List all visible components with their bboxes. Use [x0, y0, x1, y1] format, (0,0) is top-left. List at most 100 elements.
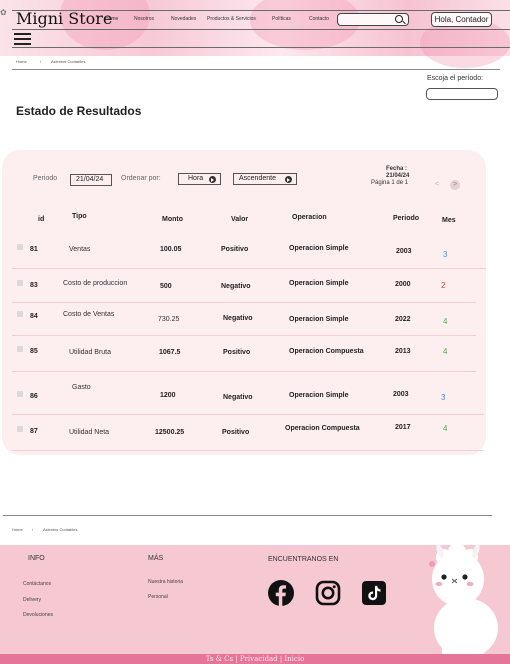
footer-link-delivery[interactable]: Delivery — [23, 597, 41, 603]
hamburger-menu-icon[interactable] — [14, 33, 31, 45]
period-picker-input[interactable] — [426, 88, 498, 100]
cell-id: 85 — [30, 348, 38, 355]
col-header-valor: Valor — [231, 216, 249, 223]
pagination-info: Página 1 de 1 — [371, 180, 409, 186]
llama-mini-icon: ✿ — [0, 8, 7, 17]
cell-operacion: Operacion Simple — [289, 392, 349, 399]
breadcrumb-separator: / — [40, 59, 42, 64]
cell-id: 83 — [30, 282, 38, 289]
order-direction-value: Ascendente — [239, 175, 276, 182]
search-input[interactable] — [337, 13, 409, 26]
date-block: Fecha : 21/04/24 Página 1 de 1 — [371, 166, 409, 187]
page-title: Estado de Resultados — [16, 104, 142, 118]
breadcrumb-current: Asientos Contables — [51, 59, 86, 64]
user-greeting-button[interactable]: Hola, Contador — [431, 12, 492, 27]
row-checkbox[interactable] — [17, 391, 23, 397]
row-divider — [12, 414, 484, 415]
cell-valor: Negativo — [221, 283, 251, 290]
dropdown-arrow-icon[interactable] — [285, 176, 292, 183]
nav-novedades[interactable]: Novedades — [171, 16, 196, 22]
cell-mes: 4 — [443, 424, 448, 433]
footer-link-historia[interactable]: Nuestra historia — [148, 579, 183, 585]
cell-operacion: Operacion Simple — [289, 316, 349, 323]
row-divider — [12, 335, 476, 336]
cell-monto: 500 — [160, 283, 172, 290]
order-direction-select[interactable]: Ascendente — [233, 173, 297, 185]
row-checkbox[interactable] — [17, 244, 23, 250]
cell-periodo: 2000 — [395, 281, 411, 288]
row-checkbox[interactable] — [17, 280, 23, 286]
row-checkbox[interactable] — [17, 426, 23, 432]
cell-periodo: 2013 — [395, 348, 411, 355]
cell-valor: Negativo — [223, 315, 253, 322]
periodo-label: Periodo — [33, 175, 58, 182]
cell-tipo: Costo de Ventas — [63, 311, 115, 318]
fecha-value: 21/04/24 — [386, 173, 410, 179]
cell-monto: 1200 — [160, 392, 176, 399]
llama-mascot-icon — [429, 543, 498, 660]
nav-nosotros[interactable]: Nosotros — [134, 16, 154, 22]
order-field-select[interactable]: Hora — [178, 173, 221, 185]
row-divider — [12, 268, 486, 269]
nav-productos-servicios[interactable]: Productos & Servicios — [207, 16, 256, 22]
cell-id: 81 — [30, 246, 38, 253]
cell-tipo: Costo de produccion — [63, 280, 128, 287]
col-header-mes: Mes — [442, 217, 456, 224]
footer-mas-title: MÁS — [148, 555, 164, 562]
col-header-tipo: Tipo — [72, 213, 87, 220]
row-checkbox[interactable] — [17, 346, 23, 352]
nav-contacto[interactable]: Contacto — [309, 16, 329, 22]
cell-id: 84 — [30, 313, 38, 320]
store-logo[interactable]: Migni Store — [16, 9, 112, 28]
cell-mes: 3 — [443, 250, 448, 259]
nav-politicas[interactable]: Políticas — [272, 16, 291, 22]
cell-mes: 4 — [443, 347, 448, 356]
period-picker-label: Escoja el período: — [427, 75, 484, 82]
cell-valor: Positivo — [222, 429, 250, 436]
row-checkbox[interactable] — [17, 311, 23, 317]
cell-valor: Negativo — [223, 394, 253, 401]
footer-breadcrumb-home[interactable]: Home — [12, 527, 23, 532]
cell-mes: 3 — [441, 393, 446, 402]
cell-tipo: Ventas — [69, 246, 91, 253]
cell-operacion: Operacion Simple — [289, 245, 349, 252]
nav-home[interactable]: Home — [105, 16, 118, 22]
prev-page-button[interactable]: < — [432, 180, 442, 190]
cell-id: 87 — [30, 428, 38, 435]
footer-link-devoluciones[interactable]: Devoluciones — [23, 612, 53, 618]
instagram-icon[interactable] — [315, 580, 341, 606]
order-field-value: Hora — [188, 175, 204, 182]
cell-tipo: Utilidad Bruta — [69, 349, 112, 356]
cell-periodo: 2003 — [396, 248, 412, 255]
cell-mes: 4 — [443, 317, 448, 326]
footer-breadcrumb-separator: / — [32, 527, 34, 532]
footer-social-title: ENCUENTRANOS EN — [268, 556, 339, 563]
breadcrumb-home[interactable]: Home — [16, 59, 27, 64]
cell-tipo: Gasto — [72, 384, 91, 391]
footer-bottom-links[interactable]: Ts & Cs | Privacidad | Inicio — [0, 655, 510, 663]
col-header-monto: Monto — [162, 216, 183, 223]
footer-link-personal[interactable]: Personal — [148, 594, 168, 600]
row-divider — [12, 371, 476, 372]
search-icon[interactable] — [395, 15, 403, 23]
cell-mes: 2 — [441, 281, 446, 290]
footer-link-contactanos[interactable]: Contáctanos — [23, 581, 51, 587]
cell-monto: 1067.5 — [159, 349, 181, 356]
row-divider — [12, 302, 476, 303]
cell-monto: 730.25 — [158, 316, 180, 323]
dropdown-arrow-icon[interactable] — [209, 176, 216, 183]
breadcrumb-divider — [12, 69, 500, 70]
next-page-button[interactable]: > — [450, 180, 460, 190]
row-divider — [12, 450, 484, 451]
cell-monto: 12500.25 — [155, 429, 185, 436]
fecha-label: Fecha : — [386, 166, 408, 172]
footer-divider — [3, 515, 492, 516]
header-divider — [12, 47, 510, 48]
cell-operacion: Operacion Simple — [289, 280, 349, 287]
periodo-date-input[interactable]: 21/04/24 — [70, 174, 112, 186]
cell-operacion: Operacion Compuesta — [289, 348, 364, 355]
cell-operacion: Operacion Compuesta — [285, 425, 360, 432]
cell-monto: 100.05 — [160, 246, 182, 253]
facebook-icon[interactable] — [268, 580, 294, 606]
tiktok-icon[interactable] — [362, 581, 386, 605]
